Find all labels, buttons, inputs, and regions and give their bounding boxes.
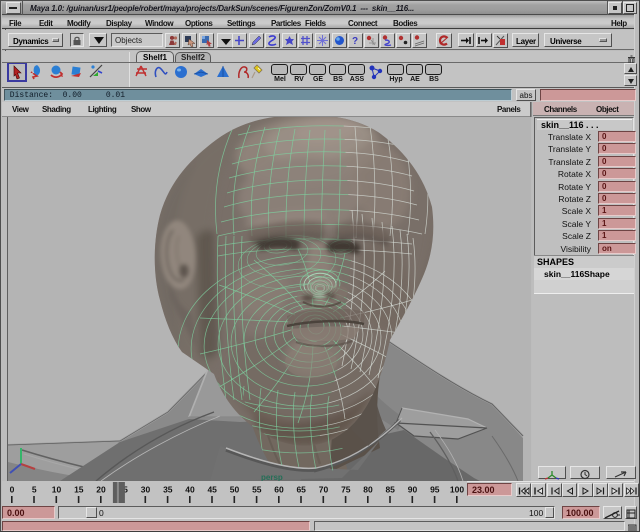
svg-text:95: 95	[430, 485, 440, 495]
svg-text:45: 45	[207, 485, 217, 495]
svg-text:0: 0	[10, 485, 15, 495]
svg-text:35: 35	[163, 485, 173, 495]
svg-text:20: 20	[96, 485, 106, 495]
svg-text:5: 5	[32, 485, 37, 495]
svg-text:75: 75	[341, 485, 351, 495]
svg-text:10: 10	[52, 485, 62, 495]
svg-text:persp: persp	[261, 473, 283, 481]
svg-text:85: 85	[385, 485, 395, 495]
svg-text:40: 40	[185, 485, 195, 495]
svg-text:15: 15	[74, 485, 84, 495]
svg-text:55: 55	[252, 485, 262, 495]
svg-text:90: 90	[408, 485, 418, 495]
svg-text:50: 50	[230, 485, 240, 495]
svg-text:80: 80	[363, 485, 373, 495]
svg-text:?: ?	[352, 36, 358, 47]
svg-text:65: 65	[296, 485, 306, 495]
svg-text:100: 100	[450, 485, 464, 495]
svg-text:70: 70	[319, 485, 329, 495]
svg-text:30: 30	[141, 485, 151, 495]
svg-text:60: 60	[274, 485, 284, 495]
